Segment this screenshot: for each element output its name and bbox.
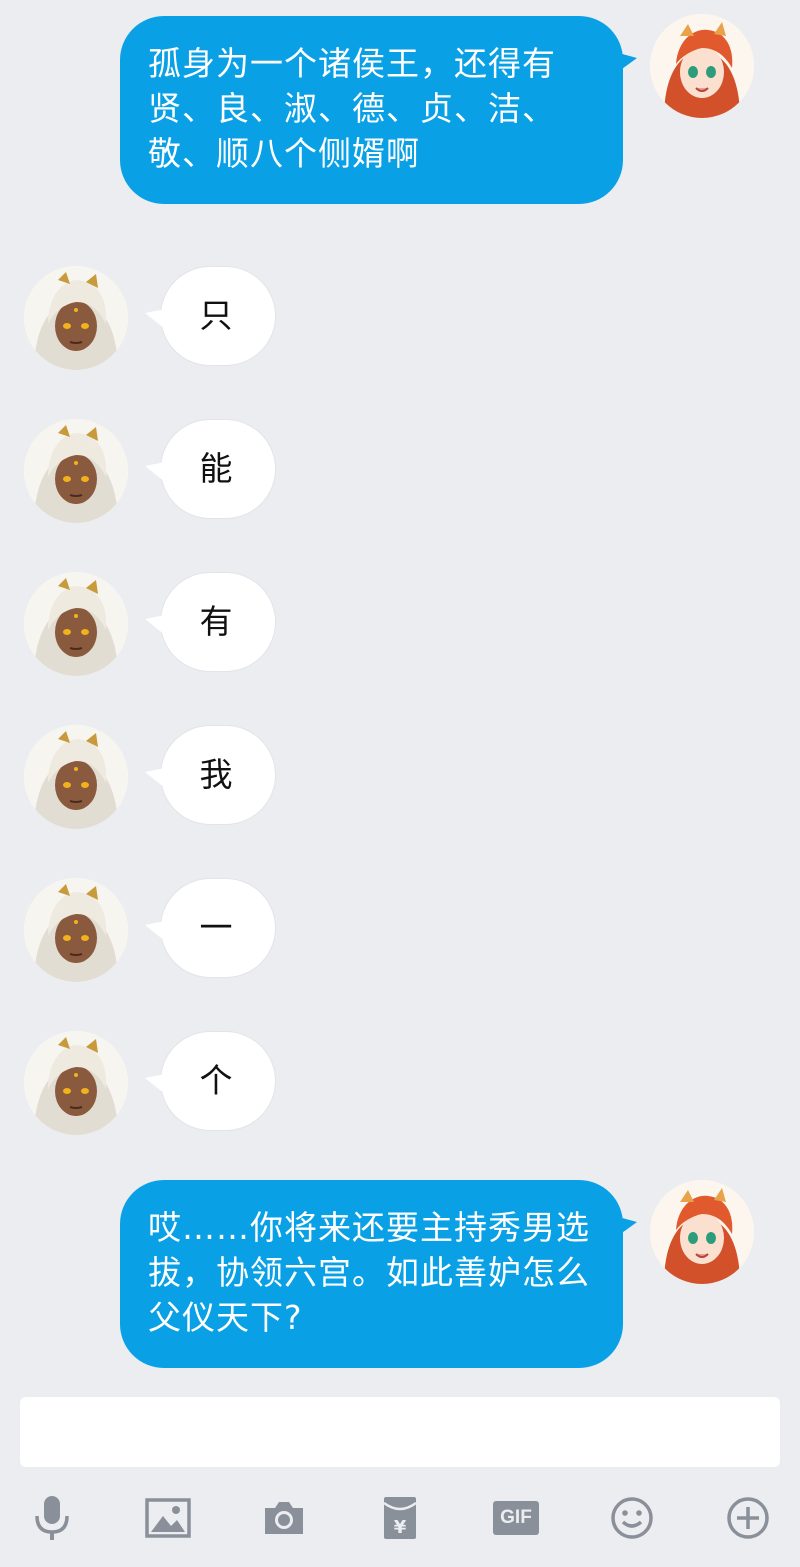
white-haired-character-portrait bbox=[24, 572, 128, 676]
message-text: 个 bbox=[199, 1061, 233, 1100]
microphone-icon bbox=[35, 1496, 69, 1540]
composer-toolbar: ¥ GIF bbox=[0, 1472, 800, 1567]
microphone-button[interactable] bbox=[24, 1490, 80, 1546]
incoming-message-bubble[interactable]: 能 bbox=[145, 419, 276, 519]
message-text: 我 bbox=[199, 755, 233, 794]
emoji-button[interactable] bbox=[604, 1490, 660, 1546]
image-button[interactable] bbox=[140, 1490, 196, 1546]
message-text: 有 bbox=[199, 602, 233, 641]
white-haired-avatar[interactable] bbox=[24, 725, 128, 829]
outgoing-message-bubble[interactable]: 孤身为一个诸侯王，还得有贤、良、淑、德、贞、洁、敬、顺八个侧婿啊 bbox=[120, 16, 637, 204]
white-haired-character-portrait bbox=[24, 266, 128, 370]
outgoing-message-bubble[interactable]: 哎……你将来还要主持秀男选拔，协领六宫。如此善妒怎么父仪天下? bbox=[120, 1180, 637, 1368]
plus-button[interactable] bbox=[720, 1490, 776, 1546]
white-haired-character-portrait bbox=[24, 419, 128, 523]
red-packet-icon: ¥ bbox=[383, 1497, 417, 1539]
message-text: 只 bbox=[199, 296, 233, 335]
plus-icon bbox=[727, 1497, 769, 1539]
image-icon bbox=[145, 1498, 191, 1538]
white-haired-character-portrait bbox=[24, 725, 128, 829]
red-haired-avatar[interactable] bbox=[650, 1180, 754, 1284]
incoming-message-bubble[interactable]: 一 bbox=[145, 878, 276, 978]
white-haired-character-portrait bbox=[24, 1031, 128, 1135]
incoming-message-bubble[interactable]: 个 bbox=[145, 1031, 276, 1131]
chat-message-list[interactable]: 孤身为一个诸侯王，还得有贤、良、淑、德、贞、洁、敬、顺八个侧婿啊 只 能 有 我… bbox=[0, 0, 800, 1390]
incoming-message-bubble[interactable]: 有 bbox=[145, 572, 276, 672]
white-haired-avatar[interactable] bbox=[24, 572, 128, 676]
gif-button[interactable]: GIF bbox=[488, 1490, 544, 1546]
incoming-message-bubble[interactable]: 我 bbox=[145, 725, 276, 825]
red-packet-button[interactable]: ¥ bbox=[372, 1490, 428, 1546]
white-haired-avatar[interactable] bbox=[24, 266, 128, 370]
camera-icon bbox=[265, 1502, 303, 1534]
message-text: 孤身为一个诸侯王，还得有贤、良、淑、德、贞、洁、敬、顺八个侧婿啊 bbox=[148, 44, 556, 173]
white-haired-character-portrait bbox=[24, 878, 128, 982]
message-text: 一 bbox=[199, 908, 233, 947]
emoji-icon bbox=[611, 1497, 653, 1539]
white-haired-avatar[interactable] bbox=[24, 419, 128, 523]
red-haired-character-portrait bbox=[650, 1180, 754, 1284]
camera-button[interactable] bbox=[256, 1490, 312, 1546]
svg-text:¥: ¥ bbox=[394, 1517, 407, 1538]
message-text: 哎……你将来还要主持秀男选拔，协领六宫。如此善妒怎么父仪天下? bbox=[148, 1208, 590, 1337]
white-haired-avatar[interactable] bbox=[24, 1031, 128, 1135]
message-input[interactable] bbox=[20, 1397, 780, 1467]
incoming-message-bubble[interactable]: 只 bbox=[145, 266, 276, 366]
message-text: 能 bbox=[199, 449, 233, 488]
red-haired-avatar[interactable] bbox=[650, 14, 754, 118]
gif-label: GIF bbox=[500, 1507, 532, 1528]
white-haired-avatar[interactable] bbox=[24, 878, 128, 982]
red-haired-character-portrait bbox=[650, 14, 754, 118]
